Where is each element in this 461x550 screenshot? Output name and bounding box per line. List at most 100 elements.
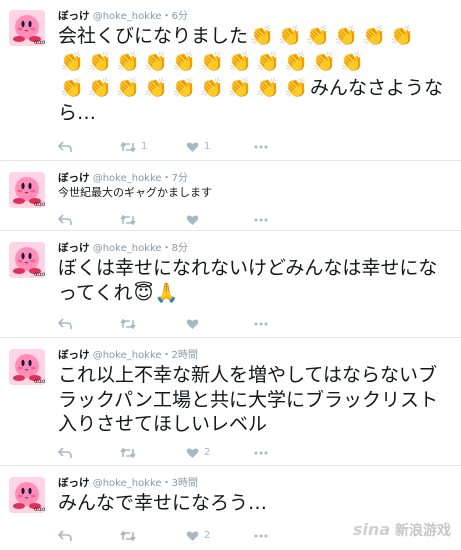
clap-emoji-icon: 👏: [172, 51, 196, 73]
tweet-text: ぼくは幸せになれないけどみんなは幸せになってくれ😇🙏: [58, 256, 453, 305]
clap-emoji-icon: 👏: [200, 77, 224, 99]
pray-emoji-icon: 🙏: [154, 281, 179, 304]
separator: ・: [161, 173, 172, 184]
retweet-button[interactable]: [120, 528, 141, 543]
more-icon: [254, 145, 268, 148]
user-handle[interactable]: @hoke_hokke: [93, 173, 162, 184]
clap-emoji-icon: 👏: [306, 25, 330, 47]
kirby-avatar-icon: ααα: [9, 477, 45, 513]
timestamp[interactable]: 8分: [172, 243, 188, 254]
separator: ・: [161, 11, 172, 22]
avatar[interactable]: ααα: [9, 172, 45, 208]
display-name[interactable]: ぼっけ: [58, 349, 90, 361]
retweet-button[interactable]: [120, 212, 141, 227]
clap-emoji-icon: 👏: [284, 77, 308, 99]
like-count: 2: [204, 446, 211, 458]
separator: ・: [161, 478, 172, 489]
clap-emoji-icon: 👏: [256, 51, 280, 73]
tweet-actions: [57, 316, 378, 331]
more-button[interactable]: [254, 139, 268, 153]
clap-emoji-icon: 👏: [144, 77, 168, 99]
avatar[interactable]: ααα: [9, 349, 45, 385]
clap-emoji-icon: 👏: [362, 25, 386, 47]
tweet-header: ぼっけ @hoke_hokke・3時間: [58, 477, 198, 490]
clap-emoji-icon: 👏: [390, 25, 414, 47]
reply-button[interactable]: [57, 316, 72, 330]
like-button[interactable]: 1: [186, 139, 210, 154]
retweet-button[interactable]: 1: [120, 139, 147, 154]
timestamp[interactable]: 7分: [172, 173, 188, 184]
reply-icon: [57, 529, 72, 541]
timestamp[interactable]: 3時間: [172, 478, 198, 489]
clap-emoji-group: 👏 👏 👏 👏 👏 👏 👏 👏 👏 👏 👏: [58, 50, 453, 76]
display-name[interactable]: ぼっけ: [58, 10, 90, 22]
clap-emoji-icon: 👏: [200, 51, 224, 73]
retweet-icon: [120, 214, 136, 225]
user-handle[interactable]: @hoke_hokke: [93, 350, 162, 361]
separator: ・: [161, 243, 172, 254]
more-icon: [254, 451, 268, 454]
heart-icon: [186, 141, 199, 152]
watermark-site: 新浪游戏: [395, 523, 451, 539]
tweet-text: 今世紀最大のギャグかまします: [58, 186, 212, 199]
avatar[interactable]: ααα: [9, 242, 45, 278]
more-button[interactable]: [254, 316, 268, 330]
tweet-actions: 2: [57, 445, 378, 460]
like-button[interactable]: 2: [186, 528, 210, 543]
heart-icon: [186, 318, 199, 329]
reply-icon: [57, 317, 72, 329]
like-button[interactable]: [186, 212, 204, 227]
reply-button[interactable]: [57, 445, 72, 459]
tweet[interactable]: ααα ぼっけ @hoke_hokke・6分 会社くびになりました 👏 👏 👏 👏 👏 👏 …: [0, 0, 461, 155]
more-button[interactable]: [254, 445, 268, 459]
timestamp[interactable]: 6分: [172, 11, 188, 22]
reply-icon: [57, 213, 72, 225]
reply-button[interactable]: [57, 139, 72, 153]
clap-emoji-group: 👏 👏 👏 👏 👏 👏: [248, 25, 416, 47]
clap-emoji-icon: 👏: [88, 77, 112, 99]
display-name[interactable]: ぼっけ: [58, 477, 90, 489]
avatar[interactable]: ααα: [9, 10, 45, 46]
tweet[interactable]: ααα ぼっけ @hoke_hokke・7分 今世紀最大のギャグかまします: [0, 166, 461, 226]
more-icon: [254, 218, 268, 221]
reply-button[interactable]: [57, 528, 72, 542]
more-button[interactable]: [254, 212, 268, 226]
clap-emoji-icon: 👏: [278, 25, 302, 47]
retweet-button[interactable]: [120, 316, 141, 331]
display-name[interactable]: ぼっけ: [58, 172, 90, 184]
timestamp[interactable]: 2時間: [172, 350, 198, 361]
heart-icon: [186, 530, 199, 541]
angel-emoji-icon: 😇: [133, 281, 154, 304]
tweet[interactable]: ααα ぼっけ @hoke_hokke・8分 ぼくは幸せになれないけどみんなは幸…: [0, 236, 461, 332]
clap-emoji-icon: 👏: [144, 51, 168, 73]
divider: [0, 465, 461, 466]
retweet-icon: [120, 447, 136, 458]
like-button[interactable]: 2: [186, 445, 210, 460]
retweet-icon: [120, 530, 136, 541]
tweet-header: ぼっけ @hoke_hokke・7分: [58, 172, 188, 185]
divider: [0, 230, 461, 231]
user-handle[interactable]: @hoke_hokke: [93, 243, 162, 254]
like-count: 2: [204, 529, 211, 541]
clap-emoji-icon: 👏: [228, 77, 252, 99]
more-icon: [254, 534, 268, 537]
retweet-count: 1: [141, 140, 148, 152]
user-handle[interactable]: @hoke_hokke: [93, 478, 162, 489]
reply-button[interactable]: [57, 212, 72, 226]
kirby-avatar-icon: ααα: [9, 10, 45, 46]
divider: [0, 337, 461, 338]
clap-emoji-icon: 👏: [334, 25, 358, 47]
svg-text:ααα: ααα: [34, 201, 45, 208]
display-name[interactable]: ぼっけ: [58, 242, 90, 254]
avatar[interactable]: ααα: [9, 477, 45, 513]
heart-icon: [186, 214, 199, 225]
clap-emoji-icon: 👏: [60, 51, 84, 73]
retweet-button[interactable]: [120, 445, 141, 460]
svg-text:ααα: ααα: [34, 39, 45, 46]
tweet[interactable]: ααα ぼっけ @hoke_hokke・2時間 これ以上不幸な新人を増やしてはな…: [0, 343, 461, 461]
like-button[interactable]: [186, 316, 204, 331]
clap-emoji-icon: 👏: [284, 51, 308, 73]
user-handle[interactable]: @hoke_hokke: [93, 11, 162, 22]
reply-icon: [57, 140, 72, 152]
more-button[interactable]: [254, 528, 268, 542]
